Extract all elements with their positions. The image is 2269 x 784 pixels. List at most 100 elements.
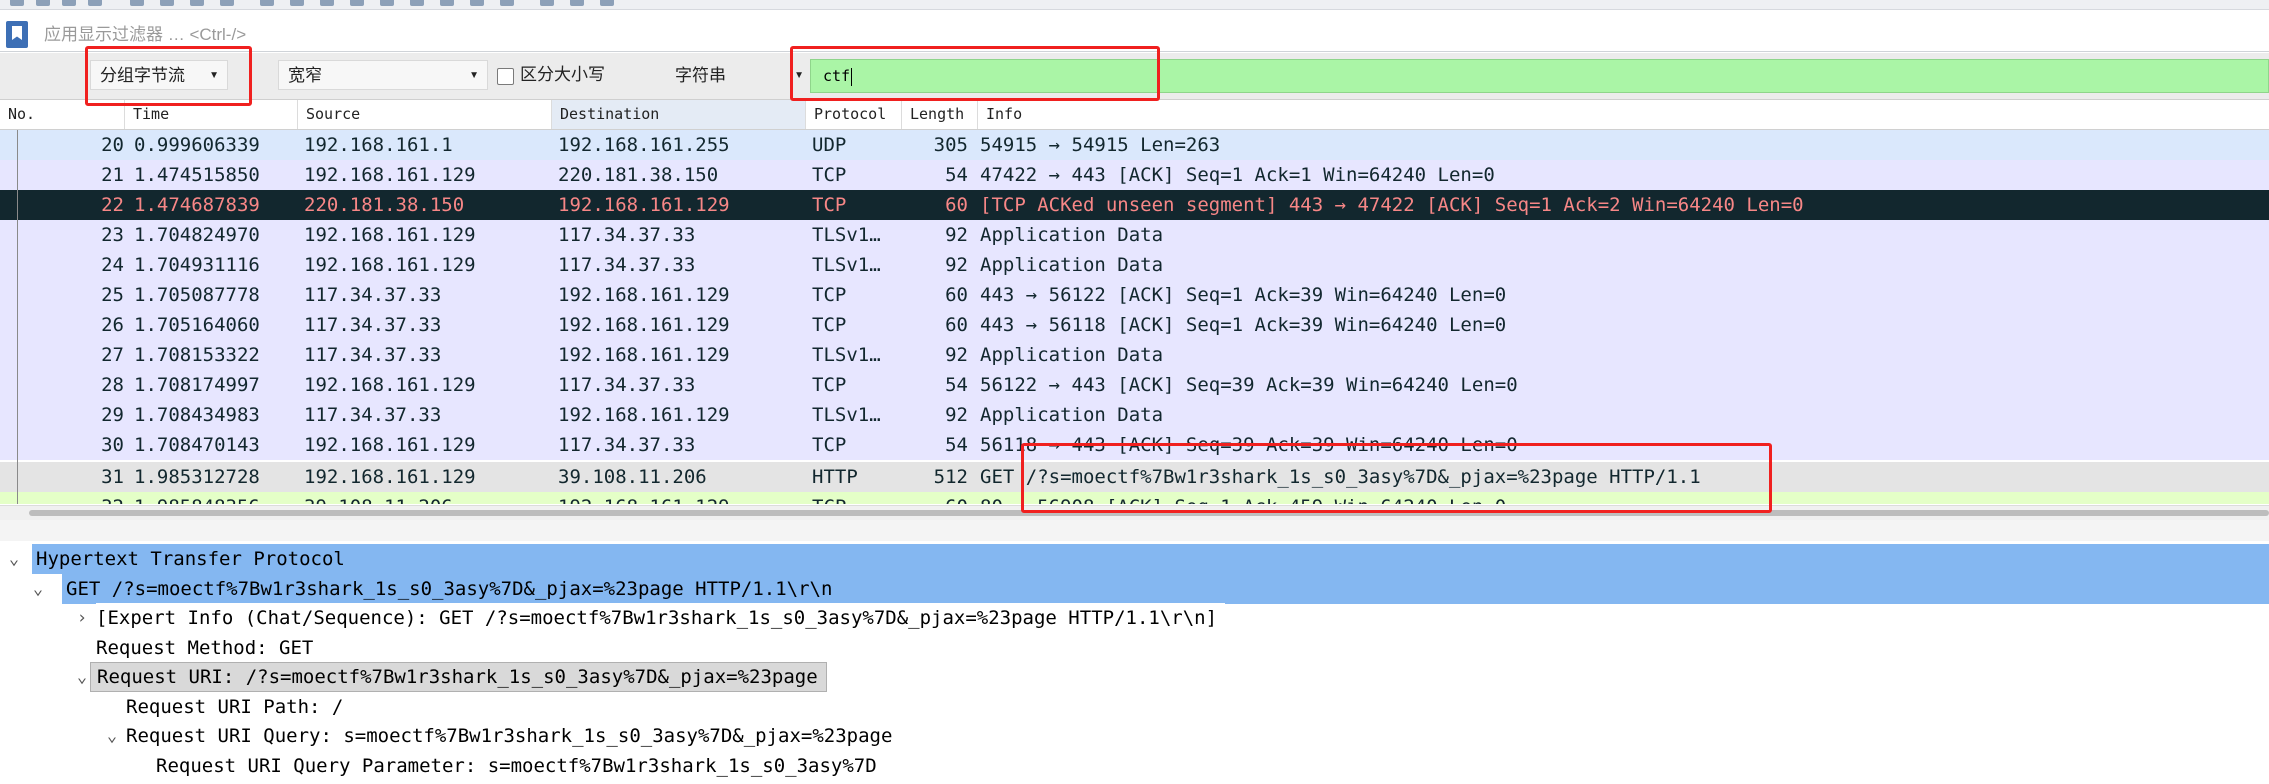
first-packet-icon[interactable] [380,0,394,6]
packet-cell-time: 1.704824970 [134,224,260,246]
save-file-icon[interactable] [160,0,174,6]
case-sensitive-checkbox[interactable] [497,68,514,85]
packet-cell-time: 1.985312728 [134,466,260,488]
packet-cell-len: 60 [945,284,968,306]
capture-stop-icon[interactable] [36,0,50,6]
detail-tree-text: Request URI Query: s=moectf%7Bw1r3shark_… [126,721,901,751]
capture-start-icon[interactable] [10,0,24,6]
packet-cell-no: 26 [101,314,124,336]
column-destination[interactable]: Destination [552,100,806,129]
packet-cell-no: 27 [101,344,124,366]
expand-arrow-icon[interactable]: › [72,603,92,633]
detail-tree-text: Request URI Query Parameter: s=moectf%7B… [156,750,885,781]
packet-row[interactable]: 29 1.708434983 117.34.37.33 192.168.161.129… [0,400,2269,430]
capture-restart-icon[interactable] [62,0,76,6]
detail-tree-text: [Expert Info (Chat/Sequence): GET /?s=mo… [96,603,1226,633]
colorize-icon[interactable] [470,0,484,6]
bookmark-icon[interactable] [6,21,28,48]
packet-cell-len: 60 [945,194,968,216]
packet-cell-dst: 192.168.161.255 [558,134,730,156]
packet-cell-proto: TCP [812,164,847,186]
packet-row[interactable]: 21 1.474515850 192.168.161.129 220.181.38.1… [0,160,2269,190]
zoom-in-icon[interactable] [500,0,514,6]
detail-tree-text: Hypertext Transfer Protocol [36,544,2269,574]
packet-cell-info: 54915 → 54915 Len=263 [980,134,1221,156]
packet-cell-src: 192.168.161.1 [304,134,453,156]
packet-cell-proto: TLSv1… [812,404,881,426]
find-packet-icon[interactable] [260,0,274,6]
packet-cell-len: 60 [945,314,968,336]
column-protocol[interactable]: Protocol [806,100,902,129]
detail-tree-item[interactable]: ⌄ Request URI Query: s=moectf%7Bw1r3shark… [0,721,2269,751]
packet-cell-proto: HTTP [812,466,858,488]
packet-cell-len: 92 [945,404,968,426]
highlight-box-flag [1021,443,1772,513]
packet-row[interactable]: 25 1.705087778 117.34.37.33 192.168.161.129… [0,280,2269,310]
go-back-icon[interactable] [290,0,304,6]
packet-row[interactable]: 27 1.708153322 117.34.37.33 192.168.161.129… [0,340,2269,370]
packet-row[interactable]: 20 0.999606339 192.168.161.1 192.168.161.25… [0,130,2269,160]
collapse-arrow-icon[interactable]: ⌄ [102,721,122,751]
last-packet-icon[interactable] [410,0,424,6]
packet-cell-len: 92 [945,224,968,246]
packet-cell-len: 60 [900,492,968,504]
detail-tree-item[interactable]: ⌄ Hypertext Transfer Protocol [9,544,2269,574]
search-type-select[interactable]: 字符串 ▼ [665,60,805,90]
chevron-down-icon: ▼ [469,70,479,81]
packet-cell-dst: 192.168.161.129 [558,344,730,366]
packet-cell-len: 54 [945,374,968,396]
packet-cell-time: 1.708174997 [134,374,260,396]
zoom-normal-icon[interactable] [570,0,584,6]
packet-row[interactable]: 26 1.705164060 117.34.37.33 192.168.161.129… [0,310,2269,340]
packet-cell-len: 305 [933,134,968,156]
packet-cell-len: 92 [945,254,968,276]
pane-splitter[interactable] [0,520,2269,542]
autoscroll-icon[interactable] [440,0,454,6]
char-width-value: 宽窄 [288,66,322,85]
packet-cell-no: 28 [101,374,124,396]
detail-tree-item[interactable]: Request URI Query Parameter: s=moectf%7B… [0,750,2269,781]
zoom-out-icon[interactable] [540,0,554,6]
detail-tree-item[interactable]: Request Method: GET [0,632,2269,663]
open-file-icon[interactable] [130,0,144,6]
packet-cell-proto: TLSv1… [812,224,881,246]
detail-tree-item[interactable]: Request URI Path: / [0,691,2269,722]
capture-options-icon[interactable] [88,0,102,6]
packet-row[interactable]: 23 1.704824970 192.168.161.129 117.34.37.33… [0,220,2269,250]
detail-tree-item[interactable]: ⌄ Request URI: /?s=moectf%7Bw1r3shark_1s_… [0,662,2269,692]
packet-cell-len: 54 [945,434,968,456]
packet-cell-no: 23 [101,224,124,246]
column-source[interactable]: Source [298,100,552,129]
packet-cell-info: 443 → 56122 [ACK] Seq=1 Ack=39 Win=64240… [980,284,1507,306]
collapse-arrow-icon[interactable]: ⌄ [4,544,24,574]
go-to-packet-icon[interactable] [350,0,364,6]
packet-cell-info: Application Data [980,254,1164,276]
packet-cell-proto: TCP [812,314,847,336]
display-filter-input[interactable]: 应用显示过滤器 … <Ctrl-/> [44,24,246,46]
packet-cell-no: 22 [101,194,124,216]
packet-cell-no: 32 [0,492,124,504]
packet-row[interactable]: 22 1.474687839 220.181.38.150 192.168.161.1… [0,190,2269,220]
column-info[interactable]: Info [978,100,2269,129]
detail-tree-item[interactable]: ⌄ GET /?s=moectf%7Bw1r3shark_1s_s0_3asy%7… [33,573,2269,604]
detail-tree-item[interactable]: › [Expert Info (Chat/Sequence): GET /?s=m… [0,603,2269,633]
packet-cell-no: 21 [101,164,124,186]
conversation-line [17,130,18,504]
column-length[interactable]: Length [902,100,978,129]
packet-cell-src: 117.34.37.33 [304,284,442,306]
resize-columns-icon[interactable] [600,0,614,6]
packet-cell-proto: TLSv1… [812,254,881,276]
collapse-arrow-icon[interactable]: ⌄ [28,574,48,604]
packet-cell-info: 56122 → 443 [ACK] Seq=39 Ack=39 Win=6424… [980,374,1518,396]
packet-cell-no: 31 [101,466,124,488]
packet-row[interactable]: 24 1.704931116 192.168.161.129 117.34.37.33… [0,250,2269,280]
packet-cell-len: 92 [945,344,968,366]
packet-cell-dst: 192.168.161.129 [558,194,730,216]
packet-row[interactable]: 28 1.708174997 192.168.161.129 117.34.37.33… [0,370,2269,400]
char-width-select[interactable]: 宽窄 ▼ [278,60,488,90]
close-file-icon[interactable] [190,0,204,6]
reload-icon[interactable] [220,0,234,6]
go-forward-icon[interactable] [320,0,334,6]
collapse-arrow-icon[interactable]: ⌄ [72,662,92,692]
packet-details-tree[interactable]: ⌄ Hypertext Transfer Protocol ⌄ GET /?s=moe… [0,541,2269,784]
